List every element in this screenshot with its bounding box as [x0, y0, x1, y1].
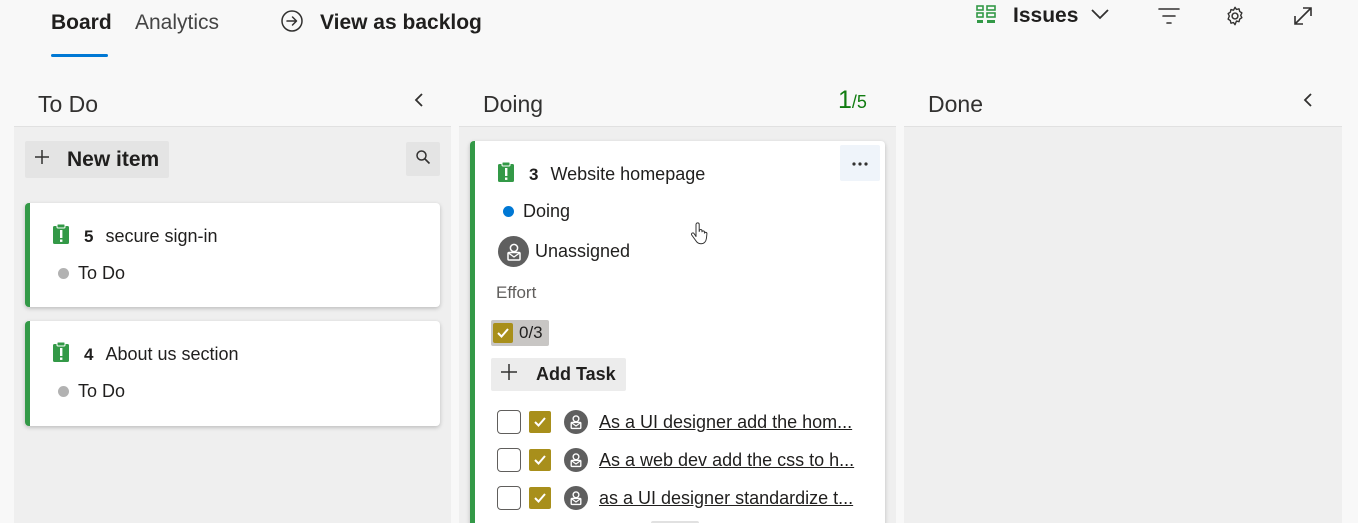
assignee-name: Unassigned — [535, 241, 631, 261]
task-type-icon — [529, 487, 551, 509]
active-tab-indicator — [51, 54, 108, 57]
collapse-column-button[interactable] — [411, 92, 427, 112]
task-row: As a UI designer add the hom... — [497, 407, 857, 437]
state-dot — [58, 268, 69, 279]
backlog-level-label: Issues — [1013, 4, 1079, 27]
backlog-level-icon — [975, 3, 997, 30]
filter-icon[interactable] — [1156, 4, 1182, 28]
top-bar: Board Analytics View as backlog Issues — [0, 0, 1358, 58]
circle-arrow-right-icon — [280, 9, 304, 38]
expand-icon[interactable] — [1290, 4, 1316, 28]
assignee-field[interactable]: Unassigned — [498, 236, 630, 267]
unassigned-avatar-icon — [564, 410, 588, 434]
issue-icon — [52, 341, 70, 368]
task-checkbox[interactable] — [497, 486, 521, 510]
task-row: As a web dev add the css to h... — [497, 445, 857, 475]
plus-icon — [34, 149, 50, 170]
state-field[interactable]: To Do — [58, 263, 125, 284]
view-as-backlog-link[interactable]: View as backlog — [280, 8, 482, 38]
state-value: To Do — [78, 263, 126, 283]
tab-analytics[interactable]: Analytics — [135, 8, 219, 38]
task-row: as a UI designer standardize t... — [497, 483, 857, 513]
task-title-link[interactable]: as a UI designer standardize t... — [599, 488, 857, 509]
work-item-card[interactable]: 3 Website homepage Doing Unassigned Effo… — [470, 141, 885, 523]
state-field[interactable]: To Do — [58, 381, 125, 402]
ellipsis-icon — [851, 154, 869, 172]
gear-icon[interactable] — [1222, 4, 1248, 28]
hand-pointer-icon — [690, 222, 710, 251]
work-item-title[interactable]: About us section — [105, 344, 238, 365]
card-title-row: 3 Website homepage — [497, 161, 705, 188]
state-dot — [503, 206, 514, 217]
chevron-down-icon — [1090, 7, 1110, 26]
state-dot — [58, 386, 69, 397]
search-column-button[interactable] — [406, 142, 440, 176]
new-item-button[interactable]: New item — [25, 141, 169, 178]
collapse-column-button[interactable] — [1300, 92, 1316, 112]
view-as-backlog-label: View as backlog — [320, 11, 482, 34]
work-item-id: 3 — [529, 164, 539, 184]
plus-icon — [500, 363, 518, 386]
work-item-title[interactable]: Website homepage — [550, 164, 705, 185]
work-item-card[interactable]: 4 About us section To Do — [25, 321, 440, 426]
state-value: To Do — [78, 381, 126, 401]
new-item-label: New item — [67, 147, 160, 171]
issue-icon — [497, 161, 515, 188]
work-item-id: 5 — [84, 226, 94, 246]
unassigned-avatar-icon — [498, 236, 529, 267]
state-field[interactable]: Doing — [503, 201, 570, 222]
task-type-icon — [529, 449, 551, 471]
work-item-id: 4 — [84, 344, 94, 364]
task-title-link[interactable]: As a UI designer add the hom... — [599, 412, 857, 433]
work-item-title[interactable]: secure sign-in — [105, 226, 217, 247]
chevron-left-icon — [413, 92, 425, 113]
search-icon — [415, 149, 431, 170]
wip-limit-value: /5 — [851, 92, 867, 112]
wip-limit: 1 /5 — [838, 86, 867, 122]
card-title-row: 5 secure sign-in — [52, 223, 218, 250]
work-item-card[interactable]: 5 secure sign-in To Do — [25, 203, 440, 307]
task-checkbox[interactable] — [497, 448, 521, 472]
child-task-progress[interactable]: 0/3 — [491, 320, 549, 346]
column-header-to-do: To Do — [38, 90, 99, 117]
column-header-done: Done — [928, 90, 983, 117]
unassigned-avatar-icon — [564, 448, 588, 472]
column-header-doing: Doing — [483, 90, 544, 117]
more-actions-button[interactable] — [840, 145, 880, 181]
column-done — [904, 126, 1342, 523]
add-task-label: Add Task — [536, 364, 616, 384]
task-type-icon — [529, 411, 551, 433]
chevron-left-icon — [1302, 92, 1314, 113]
task-check-icon — [493, 323, 513, 343]
effort-label: Effort — [496, 283, 537, 302]
state-value: Doing — [523, 201, 571, 221]
task-title-link[interactable]: As a web dev add the css to h... — [599, 450, 857, 471]
unassigned-avatar-icon — [564, 486, 588, 510]
task-checkbox[interactable] — [497, 410, 521, 434]
backlog-level-dropdown[interactable]: Issues — [975, 2, 1110, 30]
tab-board[interactable]: Board — [51, 8, 112, 38]
wip-current-count: 1 — [838, 86, 852, 114]
add-task-button[interactable]: Add Task — [491, 358, 626, 391]
issue-icon — [52, 223, 70, 250]
card-title-row: 4 About us section — [52, 341, 239, 368]
child-task-count: 0/3 — [519, 323, 543, 342]
